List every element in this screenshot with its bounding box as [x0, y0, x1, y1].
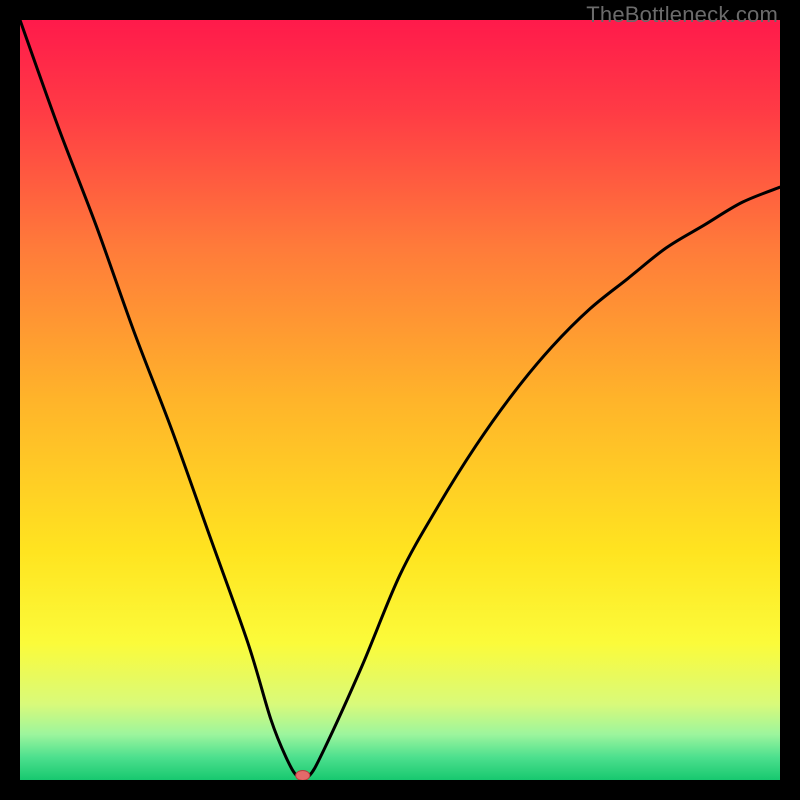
- bottleneck-chart: [20, 20, 780, 780]
- chart-frame: [20, 20, 780, 780]
- watermark-text: TheBottleneck.com: [586, 2, 778, 28]
- heatmap-background: [20, 20, 780, 780]
- optimum-marker: [296, 770, 310, 780]
